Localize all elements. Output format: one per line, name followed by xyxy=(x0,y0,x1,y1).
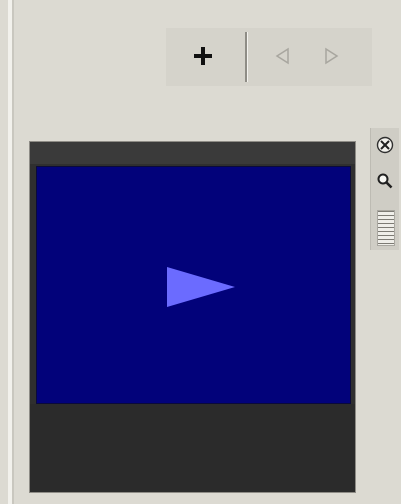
panel-left-edge-shadow xyxy=(12,0,14,504)
media-panel xyxy=(0,0,401,504)
video-top-bar xyxy=(30,142,355,164)
resize-grip-icon[interactable] xyxy=(377,210,395,246)
side-tool-strip xyxy=(370,128,399,250)
plus-icon xyxy=(191,44,215,71)
next-button[interactable] xyxy=(312,36,352,78)
close-button[interactable] xyxy=(373,134,397,158)
triangle-left-icon xyxy=(272,46,292,69)
add-button[interactable] xyxy=(180,36,226,78)
video-control-area xyxy=(30,404,355,492)
video-screen[interactable] xyxy=(36,166,351,404)
play-icon xyxy=(165,267,237,312)
play-button[interactable] xyxy=(165,265,237,309)
previous-button[interactable] xyxy=(262,36,302,78)
magnifier-icon xyxy=(376,172,394,193)
triangle-right-icon xyxy=(322,46,342,69)
video-player xyxy=(29,141,356,493)
search-button[interactable] xyxy=(373,170,397,194)
media-toolbar xyxy=(166,28,372,86)
toolbar-separator xyxy=(245,32,248,82)
close-x-icon xyxy=(376,136,394,157)
